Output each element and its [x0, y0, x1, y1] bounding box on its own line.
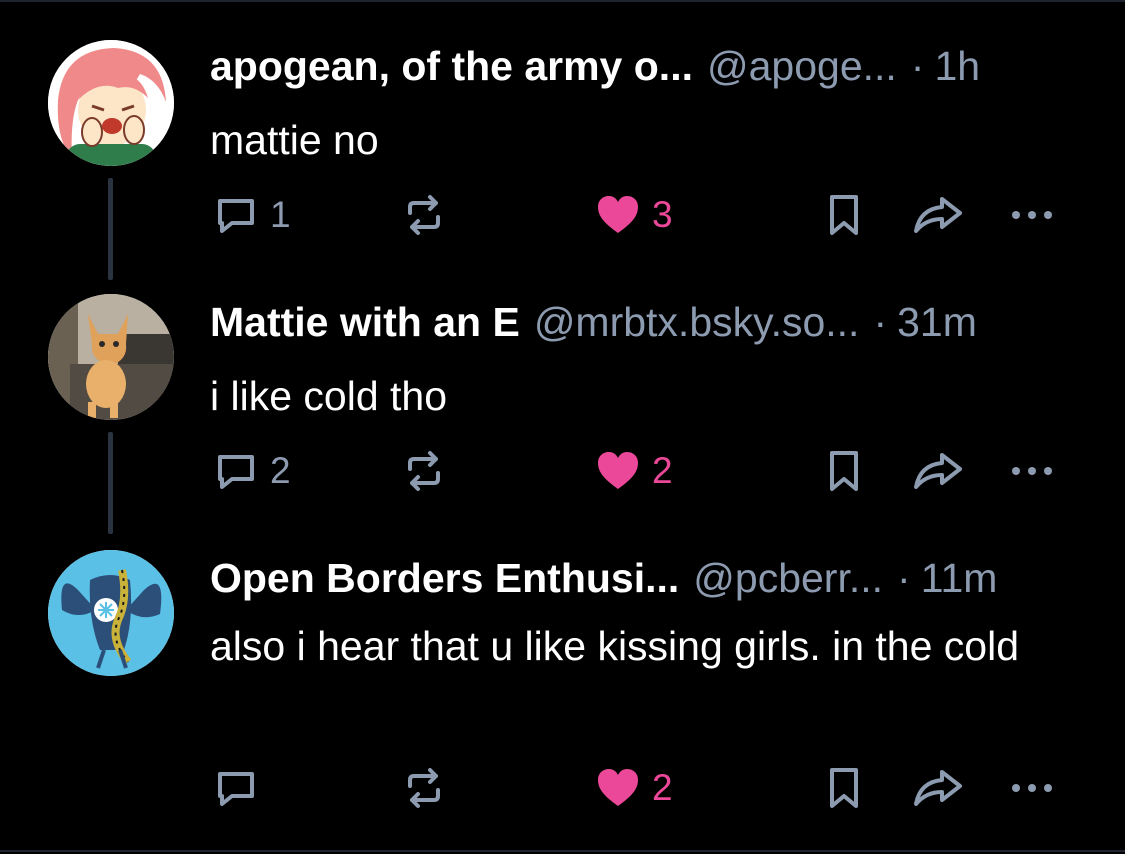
post-header: Open Borders Enthusi... @pcberr... · 11m [210, 554, 1075, 602]
like-button[interactable]: 2 [594, 758, 673, 818]
timestamp[interactable]: 31m [897, 298, 977, 346]
reply-count: 1 [270, 194, 291, 235]
separator-dot: · [910, 43, 925, 89]
timestamp[interactable]: 1h [934, 42, 980, 90]
separator-dot: · [873, 299, 888, 345]
reply-button[interactable]: 1 [212, 185, 291, 245]
display-name[interactable]: apogean, of the army o... [210, 42, 693, 90]
anime-girl-avatar-image [48, 40, 174, 166]
top-divider [0, 0, 1125, 2]
handle[interactable]: @apoge... [707, 42, 897, 90]
bookmark-button[interactable] [820, 185, 868, 245]
timestamp[interactable]: 11m [921, 554, 998, 602]
reply-icon [218, 455, 254, 489]
bookmark-button[interactable] [820, 441, 868, 501]
action-bar: 2 [0, 758, 1125, 818]
bookmark-icon [830, 768, 858, 808]
more-icon [1012, 211, 1052, 219]
like-count: 2 [652, 767, 673, 808]
bottom-divider [0, 850, 1125, 852]
share-icon [914, 770, 962, 806]
share-button[interactable] [912, 185, 964, 245]
avatar-apogean[interactable] [48, 40, 174, 166]
bookmark-icon [830, 195, 858, 235]
repost-button[interactable] [400, 441, 448, 501]
reply-button[interactable]: 2 [212, 441, 291, 501]
reply-icon [218, 199, 254, 233]
heart-icon [598, 769, 638, 806]
reply-icon [218, 772, 254, 806]
like-button[interactable]: 2 [594, 441, 673, 501]
more-options-button[interactable] [1006, 185, 1058, 245]
repost-button[interactable] [400, 758, 448, 818]
bookmark-icon [830, 451, 858, 491]
handle[interactable]: @pcberr... [693, 554, 883, 602]
post-text: i like cold tho [210, 373, 448, 419]
reply-button[interactable] [212, 758, 270, 818]
repost-icon [408, 768, 440, 808]
like-button[interactable]: 3 [594, 185, 673, 245]
share-icon [914, 197, 962, 233]
avatar-open-borders[interactable] [48, 550, 174, 676]
action-bar: 1 3 [0, 185, 1125, 245]
handle[interactable]: @mrbtx.bsky.so... [534, 298, 860, 346]
orange-cat-avatar-image [48, 294, 174, 420]
heart-icon [598, 196, 638, 233]
display-name[interactable]: Mattie with an E [210, 298, 520, 346]
like-count: 2 [652, 450, 673, 491]
like-count: 3 [652, 194, 673, 235]
more-options-button[interactable] [1006, 441, 1058, 501]
display-name[interactable]: Open Borders Enthusi... [210, 554, 679, 602]
post-text: mattie no [210, 117, 379, 163]
post-text: also i hear that u like kissing girls. i… [210, 623, 1020, 669]
action-bar: 2 2 [0, 441, 1125, 501]
share-icon [914, 453, 962, 489]
reply-count: 2 [270, 450, 291, 491]
repost-button[interactable] [400, 185, 448, 245]
heart-icon [598, 452, 638, 489]
bookmark-button[interactable] [820, 758, 868, 818]
post-header: Mattie with an E @mrbtx.bsky.so... · 31m [210, 298, 1075, 346]
repost-icon [408, 451, 440, 491]
separator-dot: · [897, 555, 911, 601]
share-button[interactable] [912, 758, 964, 818]
post-header: apogean, of the army o... @apoge... · 1h [210, 42, 1075, 90]
more-icon [1012, 784, 1052, 792]
share-button[interactable] [912, 441, 964, 501]
avatar-mattie[interactable] [48, 294, 174, 420]
more-options-button[interactable] [1006, 758, 1058, 818]
repost-icon [408, 195, 440, 235]
bird-snake-avatar-image [48, 550, 174, 676]
more-icon [1012, 467, 1052, 475]
